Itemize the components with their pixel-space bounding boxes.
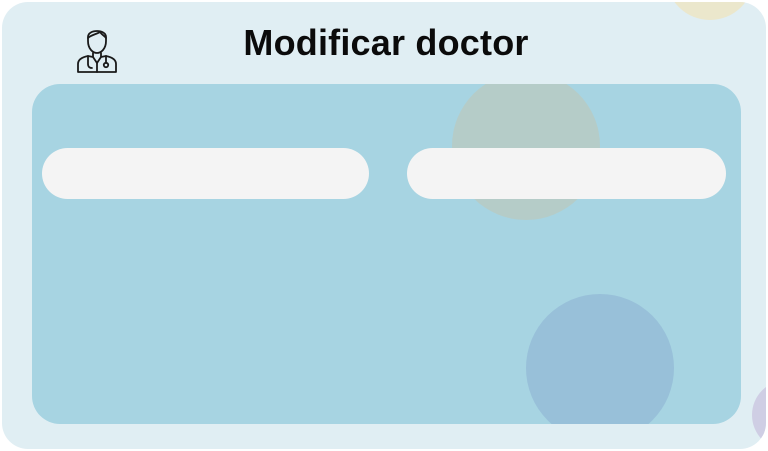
page-title: Modificar doctor	[243, 22, 529, 63]
decorative-circle	[526, 294, 674, 424]
decorative-circle	[666, 2, 754, 20]
form-panel	[32, 84, 741, 424]
decorative-circle	[752, 380, 766, 449]
doctor-field-left[interactable]	[42, 148, 369, 199]
doctor-field-right[interactable]	[407, 148, 726, 199]
